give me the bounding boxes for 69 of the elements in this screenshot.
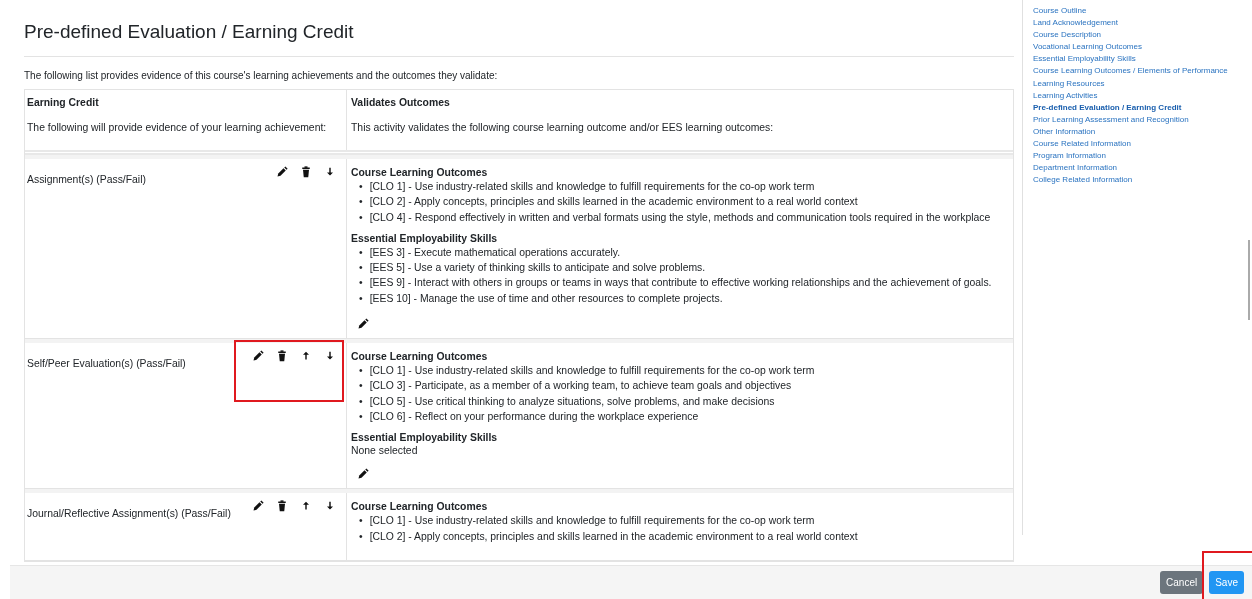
scrollbar[interactable] <box>1248 240 1250 320</box>
trash-icon[interactable] <box>300 166 312 178</box>
column-note: The following will provide evidence of your learning achievement: <box>27 122 328 133</box>
section-heading: Essential Employability Skills <box>351 232 499 244</box>
pencil-icon[interactable] <box>357 468 369 481</box>
pencil-icon[interactable] <box>252 350 264 363</box>
nav-link[interactable]: College Related Information <box>1033 174 1133 187</box>
save-button[interactable]: Save <box>1209 571 1244 594</box>
outcome-item: [CLO 2] - Apply concepts, principles and skills learned in the academic environment to a real world context <box>369 529 858 544</box>
nav-link[interactable]: Essential Employability Skills <box>1033 53 1136 66</box>
pencil-icon[interactable] <box>357 318 369 331</box>
empty-text: None selected <box>351 445 419 457</box>
bullet: • <box>359 276 363 291</box>
trash-icon[interactable] <box>276 500 288 513</box>
section-heading: Course Learning Outcomes <box>351 501 489 513</box>
up-arrow-icon[interactable] <box>300 350 312 363</box>
outcome-item: [EES 10] - Manage the use of time and other resources to complete projects. <box>369 291 723 306</box>
cancel-button[interactable]: Cancel <box>1160 571 1204 594</box>
outcome-item: [CLO 1] - Use industry-related skills and knowledge to fulfill requirements for the co-op work term <box>369 364 815 379</box>
section-heading: Course Learning Outcomes <box>351 351 489 363</box>
bullet: • <box>359 180 363 194</box>
outcome-item: [CLO 2] - Apply concepts, principles and skills learned in the academic environment to a real world context <box>369 195 858 210</box>
pencil-icon[interactable] <box>276 166 288 178</box>
page-title: Pre-defined Evaluation / Earning Credit <box>24 21 1014 57</box>
outcome-item: [CLO 3] - Participate, as a member of a working team, to achieve team goals and objectives <box>369 379 792 394</box>
outcome-item: [CLO 4] - Respond effectively in written and verbal formats using the style, methods and communication tools required in the workplace <box>369 210 991 225</box>
nav-link[interactable]: Land Acknowledgement <box>1033 17 1118 30</box>
nav-link[interactable]: Program Information <box>1033 150 1106 163</box>
outcome-item: [EES 9] - Interact with others in groups or teams in ways that contribute to effective working relationships and the achievement of goals. <box>369 276 992 291</box>
bullet: • <box>359 291 363 306</box>
nav-link[interactable]: Department Information <box>1033 162 1118 175</box>
nav-link[interactable]: Learning Resources <box>1033 77 1105 90</box>
bullet: • <box>359 261 363 276</box>
evaluation-name: Self/Peer Evaluation(s) (Pass/Fail) <box>27 358 186 370</box>
nav-link[interactable]: Vocational Learning Outcomes <box>1033 41 1142 54</box>
column-heading: Earning Credit <box>27 97 100 108</box>
outcome-item: [CLO 5] - Use critical thinking to analyze situations, solve problems, and make decisions <box>369 394 775 409</box>
bullet: • <box>359 245 363 260</box>
trash-icon[interactable] <box>276 350 288 363</box>
outcome-item: [CLO 6] - Reflect on your performance during the workplace experience <box>369 409 699 424</box>
nav-link[interactable]: Other Information <box>1033 125 1096 139</box>
bullet: • <box>359 210 363 225</box>
outcome-item: [CLO 1] - Use industry-related skills and knowledge to fulfill requirements for the co-op work term <box>369 514 815 529</box>
up-arrow-icon[interactable] <box>300 500 312 513</box>
column-heading: Validates Outcomes <box>351 97 451 108</box>
bullet: • <box>359 195 363 210</box>
section-heading: Course Learning Outcomes <box>351 167 489 178</box>
bullet: • <box>359 409 363 424</box>
bullet: • <box>359 364 363 379</box>
bullet: • <box>359 514 363 529</box>
nav-link[interactable]: Pre-defined Evaluation / Earning Credit <box>1033 101 1182 114</box>
nav-link[interactable]: Learning Activities <box>1033 89 1098 102</box>
bullet: • <box>359 394 363 409</box>
evaluation-name: Assignment(s) (Pass/Fail) <box>27 174 146 185</box>
nav-link[interactable]: Course Outline <box>1033 5 1087 18</box>
nav-link[interactable]: Prior Learning Assessment and Recognition <box>1033 113 1189 126</box>
outcome-item: [CLO 1] - Use industry-related skills and knowledge to fulfill requirements for the co-op work term <box>369 180 815 194</box>
evaluation-name: Journal/Reflective Assignment(s) (Pass/Fail) <box>27 508 231 520</box>
outcome-item: [EES 3] - Execute mathematical operations accurately. <box>369 245 621 260</box>
outcome-item: [EES 5] - Use a variety of thinking skills to anticipate and solve problems. <box>369 261 706 276</box>
bullet: • <box>359 529 363 544</box>
pencil-icon[interactable] <box>252 500 264 513</box>
bullet: • <box>359 379 363 394</box>
nav-link[interactable]: Course Description <box>1033 29 1102 42</box>
intro-text: The following list provides evidence of this course's learning achievements and the outcomes they validate: <box>24 70 499 81</box>
section-heading: Essential Employability Skills <box>351 432 499 444</box>
nav-link[interactable]: Course Learning Outcomes / Elements of Performance <box>1033 65 1228 78</box>
nav-link[interactable]: Course Related Information <box>1033 138 1131 151</box>
column-note: This activity validates the following course learning outcome and/or EES learning outcomes: <box>351 122 775 133</box>
